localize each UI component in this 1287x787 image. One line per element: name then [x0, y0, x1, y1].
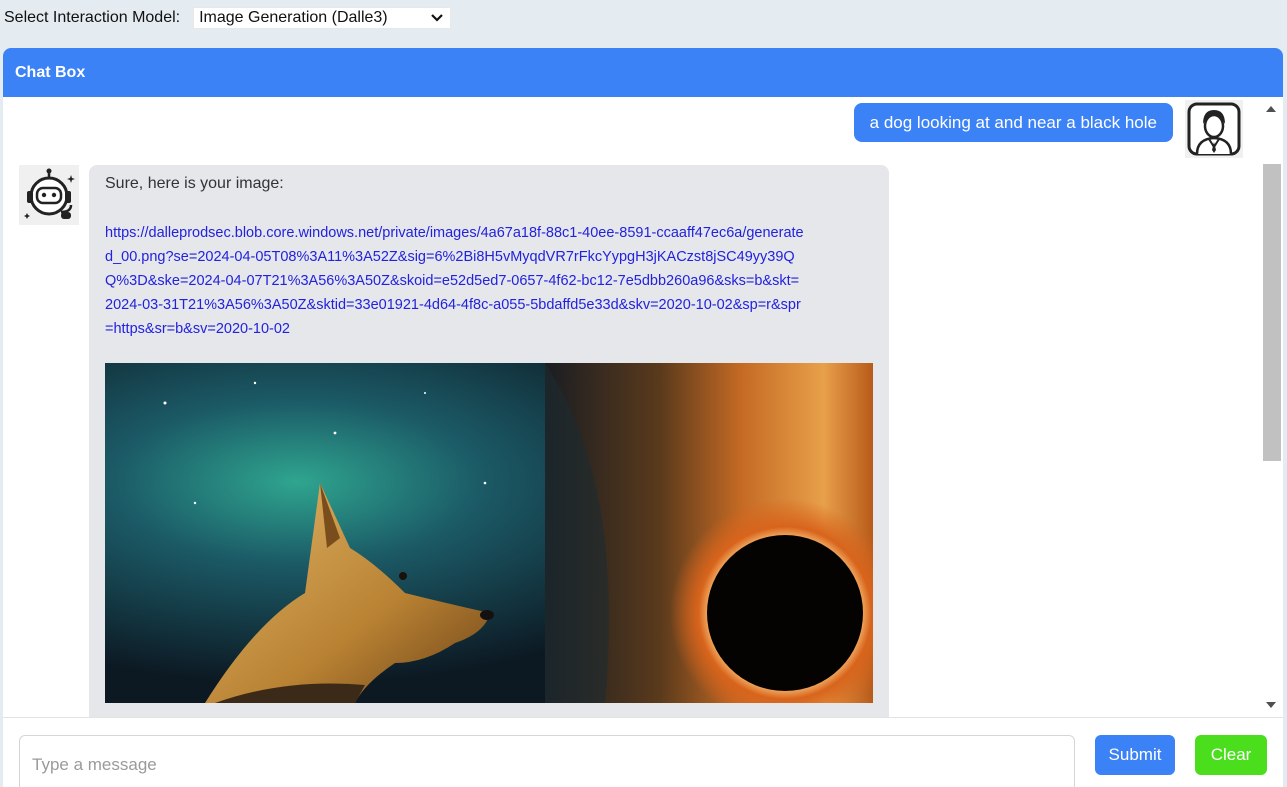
composer: Submit Clear [3, 717, 1283, 787]
chat-box: Chat Box a dog looking at and near a bla… [3, 48, 1283, 787]
bot-message-row: Sure, here is your image: https://dallep… [19, 165, 889, 717]
robot-headset-avatar-icon [19, 165, 79, 225]
user-message-bubble: a dog looking at and near a black hole [853, 103, 1173, 142]
message-input[interactable] [19, 735, 1075, 787]
submit-button[interactable]: Submit [1095, 735, 1175, 775]
model-selector-label: Select Interaction Model: [4, 9, 181, 26]
model-select[interactable]: Image Generation (Dalle3) [193, 7, 452, 29]
businessman-avatar-icon [1185, 100, 1243, 158]
bot-message-text: Sure, here is your image: [105, 175, 284, 192]
chevron-down-icon [430, 13, 444, 23]
model-select-value: Image Generation (Dalle3) [199, 9, 388, 26]
messages-scrollbar[interactable] [1259, 97, 1283, 717]
clear-button[interactable]: Clear [1195, 735, 1267, 775]
chat-box-header: Chat Box [3, 48, 1283, 97]
user-message-row: a dog looking at and near a black hole [853, 100, 1243, 158]
generated-image [105, 363, 873, 703]
messages-panel[interactable]: a dog looking at and near a black hole S… [3, 97, 1283, 717]
model-selector-bar: Select Interaction Model: Image Generati… [0, 0, 1287, 36]
generated-image-link[interactable]: https://dalleprodsec.blob.core.windows.n… [105, 221, 805, 341]
scroll-up-arrow-icon[interactable] [1266, 106, 1276, 112]
bot-message-bubble: Sure, here is your image: https://dallep… [89, 165, 889, 717]
scroll-down-arrow-icon[interactable] [1266, 702, 1276, 708]
scrollbar-thumb[interactable] [1263, 164, 1281, 461]
